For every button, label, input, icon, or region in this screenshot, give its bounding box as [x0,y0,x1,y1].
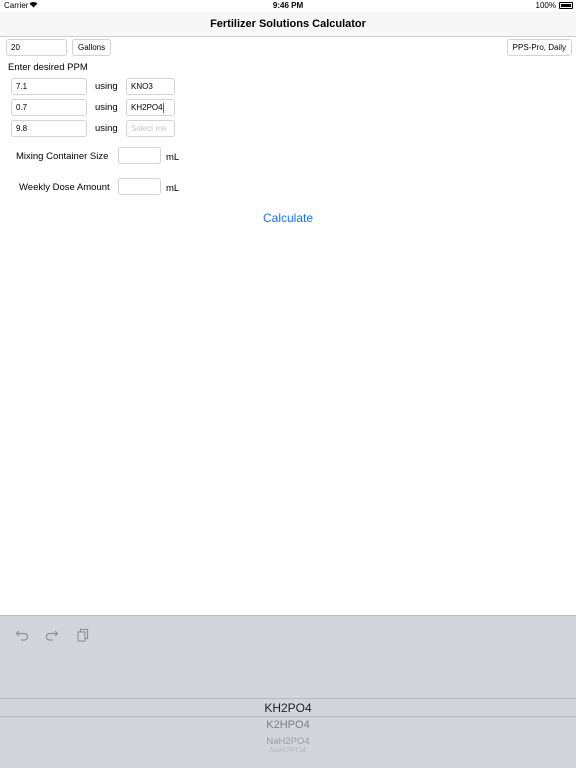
battery-percent: 100% [535,1,556,10]
paste-icon[interactable] [76,628,90,642]
picker-keyboard: KH2PO4 K2HPO4 NaH2PO4 NaH2PO4 [0,615,576,768]
weekly-unit-label: mL [166,183,180,194]
picker-item-selected[interactable]: KH2PO4 [0,701,576,715]
ppm-heading: Enter desired PPM [8,62,88,73]
volume-unit-button[interactable]: Gallons [72,39,112,56]
method-button[interactable]: PPS-Pro, Daily [506,39,572,56]
picker-selection-bottom [0,716,576,717]
compound-input-2-text: KH2PO4 [131,103,163,112]
picker-item[interactable]: K2HPO4 [0,719,576,731]
ppm-input-1[interactable]: 7.1 [11,78,87,95]
mixing-container-input[interactable] [118,147,161,164]
status-bar: Carrier 9:46 PM 100% [0,0,576,12]
using-label-3: using [95,123,118,134]
status-time: 9:46 PM [272,1,304,10]
picker-item[interactable]: NaH2PO4 [0,746,576,752]
redo-icon[interactable] [45,628,59,642]
text-caret [162,103,164,113]
undo-icon[interactable] [15,628,29,642]
page-title: Fertilizer Solutions Calculator [210,18,366,30]
calculate-button[interactable]: Calculate [0,211,576,225]
using-label-1: using [95,81,118,92]
mixing-container-label: Mixing Container Size [16,151,109,162]
using-label-2: using [95,102,118,113]
mixing-unit-label: mL [166,152,180,163]
weekly-dose-input[interactable] [118,178,161,195]
nav-bar: Fertilizer Solutions Calculator [0,12,576,37]
picker-selection-top [0,698,576,699]
weekly-dose-label: Weekly Dose Amount [19,182,110,193]
battery-icon [559,2,573,9]
volume-input[interactable]: 20 [6,39,67,56]
compound-input-3[interactable]: Select me [126,120,175,137]
compound-input-1[interactable]: KNO3 [126,78,175,95]
compound-input-2[interactable]: KH2PO4 [126,99,175,116]
ppm-input-2[interactable]: 0.7 [11,99,87,116]
ppm-input-3[interactable]: 9.8 [11,120,87,137]
